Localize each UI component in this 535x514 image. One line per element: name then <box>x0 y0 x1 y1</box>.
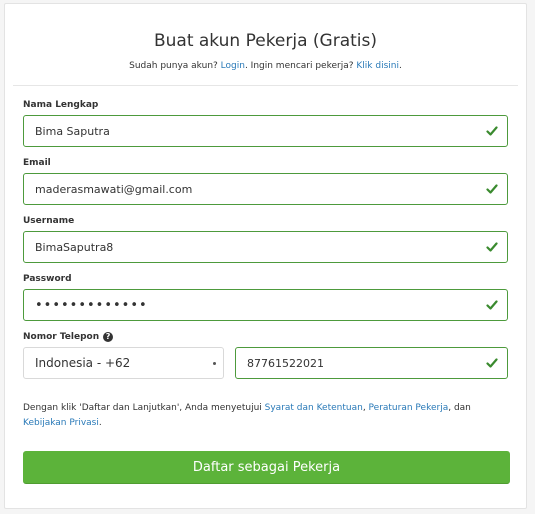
email-label: Email <box>23 158 51 168</box>
login-link[interactable]: Login <box>221 61 245 71</box>
check-icon <box>486 242 498 252</box>
phone-row: Indonesia - +62 <box>23 347 508 379</box>
register-worker-button[interactable]: Daftar sebagai Pekerja <box>23 451 510 484</box>
password-label: Password <box>23 274 72 284</box>
username-input[interactable] <box>24 232 507 262</box>
check-icon <box>486 126 498 136</box>
login-prompt: Sudah punya akun? Login. Ingin mencari p… <box>13 60 518 72</box>
country-code-select[interactable]: Indonesia - +62 <box>23 347 224 379</box>
phone-group: Nomor Telepon ? Indonesia - +62 <box>23 331 508 379</box>
page-title: Buat akun Pekerja (Gratis) <box>153 31 378 51</box>
caret-icon <box>213 362 216 365</box>
worker-rules-link[interactable]: Peraturan Pekerja <box>369 403 449 413</box>
phone-number-field-wrap <box>235 347 508 379</box>
username-group: Username <box>23 215 508 263</box>
email-input[interactable] <box>24 174 507 204</box>
signup-form: Nama Lengkap Email Username Password <box>5 86 526 484</box>
looking-text: . Ingin mencari pekerja? <box>244 61 354 71</box>
phone-label-row: Nomor Telepon ? <box>23 331 508 343</box>
check-icon <box>486 358 498 368</box>
full-name-label: Nama Lengkap <box>23 100 99 110</box>
password-input[interactable] <box>24 290 507 320</box>
password-field-wrap <box>23 289 508 321</box>
phone-label: Nomor Telepon <box>23 332 100 342</box>
terms-text: Dengan klik 'Daftar dan Lanjutkan', Anda… <box>23 401 508 431</box>
password-group: Password <box>23 273 508 321</box>
signup-header: Buat akun Pekerja (Gratis) Sudah punya a… <box>13 4 518 86</box>
check-icon <box>486 184 498 194</box>
full-name-input[interactable] <box>24 116 507 146</box>
signup-card: Buat akun Pekerja (Gratis) Sudah punya a… <box>4 3 527 509</box>
country-code-value: Indonesia - +62 <box>35 356 131 370</box>
terms-and: , dan <box>448 403 471 413</box>
full-name-field-wrap <box>23 115 508 147</box>
have-account-text: Sudah punya akun? <box>129 61 218 71</box>
check-icon <box>486 300 498 310</box>
privacy-policy-link[interactable]: Kebijakan Privasi <box>23 418 99 428</box>
username-label: Username <box>23 216 75 226</box>
question-circle-icon[interactable]: ? <box>103 332 114 342</box>
full-name-group: Nama Lengkap <box>23 99 508 147</box>
username-field-wrap <box>23 231 508 263</box>
email-group: Email <box>23 157 508 205</box>
terms-period: . <box>98 418 102 428</box>
subtitle-period: . <box>398 61 402 71</box>
terms-prefix: Dengan klik 'Daftar dan Lanjutkan', Anda… <box>23 403 265 413</box>
terms-link[interactable]: Syarat dan Ketentuan <box>265 403 363 413</box>
phone-number-input[interactable] <box>236 348 507 378</box>
email-field-wrap <box>23 173 508 205</box>
employer-signup-link[interactable]: Klik disini <box>356 61 399 71</box>
